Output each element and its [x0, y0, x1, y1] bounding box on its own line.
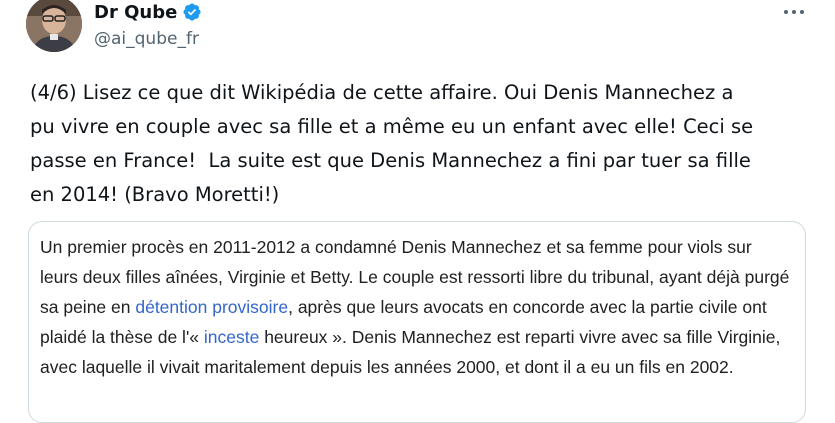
user-handle[interactable]: @ai_qube_fr — [94, 29, 202, 49]
link-inceste[interactable]: inceste — [204, 327, 259, 347]
display-name[interactable]: Dr Qube — [94, 2, 177, 23]
author-names: Dr Qube @ai_qube_fr — [94, 0, 202, 49]
more-options-icon[interactable] — [782, 2, 806, 22]
user-avatar[interactable] — [26, 0, 82, 52]
tweet-header: Dr Qube @ai_qube_fr — [26, 0, 816, 58]
avatar-image — [26, 0, 82, 52]
dot — [784, 10, 788, 14]
wikipedia-excerpt-image[interactable]: Un premier procès en 2011-2012 a condamn… — [28, 221, 806, 423]
dot — [800, 10, 804, 14]
verified-badge-icon[interactable] — [182, 2, 202, 22]
link-detention-provisoire[interactable]: détention provisoire — [135, 297, 288, 317]
tweet-text: (4/6) Lisez ce que dit Wikipédia de cett… — [30, 81, 754, 206]
wikipedia-excerpt-text: Un premier procès en 2011-2012 a condamn… — [40, 232, 792, 382]
dot — [792, 10, 796, 14]
